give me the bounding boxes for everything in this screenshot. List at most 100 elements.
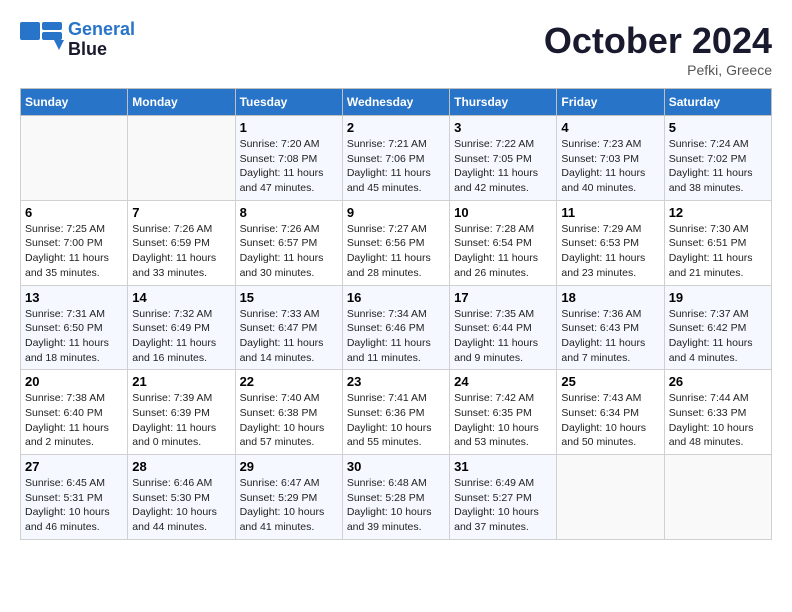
- day-header-wednesday: Wednesday: [342, 89, 449, 116]
- day-number: 16: [347, 290, 445, 305]
- day-info: Sunrise: 7:42 AMSunset: 6:35 PMDaylight:…: [454, 391, 552, 450]
- day-header-tuesday: Tuesday: [235, 89, 342, 116]
- day-number: 2: [347, 120, 445, 135]
- calendar-cell: 8 Sunrise: 7:26 AMSunset: 6:57 PMDaylight…: [235, 200, 342, 285]
- day-info: Sunrise: 7:24 AMSunset: 7:02 PMDaylight:…: [669, 137, 767, 196]
- calendar-cell: 31 Sunrise: 6:49 AMSunset: 5:27 PMDayligh…: [450, 455, 557, 540]
- day-number: 11: [561, 205, 659, 220]
- day-number: 13: [25, 290, 123, 305]
- day-header-monday: Monday: [128, 89, 235, 116]
- day-number: 5: [669, 120, 767, 135]
- week-row-2: 6 Sunrise: 7:25 AMSunset: 7:00 PMDaylight…: [21, 200, 772, 285]
- calendar-cell: 22Sunrise: 7:40 AMSunset: 6:38 PMDayligh…: [235, 370, 342, 455]
- calendar-cell: [128, 116, 235, 201]
- day-info: Sunrise: 7:32 AMSunset: 6:49 PMDaylight:…: [132, 307, 230, 366]
- day-info: Sunrise: 6:49 AMSunset: 5:27 PMDaylight:…: [454, 476, 552, 535]
- calendar-cell: 18 Sunrise: 7:36 AMSunset: 6:43 PMDayligh…: [557, 285, 664, 370]
- calendar-cell: 23 Sunrise: 7:41 AMSunset: 6:36 PMDayligh…: [342, 370, 449, 455]
- title-block: October 2024 Pefki, Greece: [544, 20, 772, 78]
- logo-general: General: [68, 19, 135, 39]
- logo: General Blue: [20, 20, 135, 60]
- day-header-saturday: Saturday: [664, 89, 771, 116]
- day-number: 29: [240, 459, 338, 474]
- day-number: 22: [240, 374, 338, 389]
- day-info: Sunrise: 7:28 AMSunset: 6:54 PMDaylight:…: [454, 222, 552, 281]
- day-number: 20: [25, 374, 123, 389]
- location-subtitle: Pefki, Greece: [544, 62, 772, 78]
- calendar-table: SundayMondayTuesdayWednesdayThursdayFrid…: [20, 88, 772, 540]
- day-number: 18: [561, 290, 659, 305]
- day-info: Sunrise: 7:29 AMSunset: 6:53 PMDaylight:…: [561, 222, 659, 281]
- day-info: Sunrise: 7:30 AMSunset: 6:51 PMDaylight:…: [669, 222, 767, 281]
- day-info: Sunrise: 7:21 AMSunset: 7:06 PMDaylight:…: [347, 137, 445, 196]
- day-number: 27: [25, 459, 123, 474]
- day-number: 31: [454, 459, 552, 474]
- calendar-cell: 2 Sunrise: 7:21 AMSunset: 7:06 PMDaylight…: [342, 116, 449, 201]
- day-number: 28: [132, 459, 230, 474]
- logo-icon: [20, 22, 64, 58]
- calendar-cell: 16 Sunrise: 7:34 AMSunset: 6:46 PMDayligh…: [342, 285, 449, 370]
- calendar-cell: 24 Sunrise: 7:42 AMSunset: 6:35 PMDayligh…: [450, 370, 557, 455]
- calendar-cell: 6 Sunrise: 7:25 AMSunset: 7:00 PMDaylight…: [21, 200, 128, 285]
- day-info: Sunrise: 7:39 AMSunset: 6:39 PMDaylight:…: [132, 391, 230, 450]
- calendar-cell: 27 Sunrise: 6:45 AMSunset: 5:31 PMDayligh…: [21, 455, 128, 540]
- day-info: Sunrise: 7:31 AMSunset: 6:50 PMDaylight:…: [25, 307, 123, 366]
- calendar-cell: [664, 455, 771, 540]
- day-info: Sunrise: 7:38 AMSunset: 6:40 PMDaylight:…: [25, 391, 123, 450]
- day-info: Sunrise: 6:48 AMSunset: 5:28 PMDaylight:…: [347, 476, 445, 535]
- day-info: Sunrise: 7:26 AMSunset: 6:59 PMDaylight:…: [132, 222, 230, 281]
- page-header: General Blue October 2024 Pefki, Greece: [20, 20, 772, 78]
- day-info: Sunrise: 6:45 AMSunset: 5:31 PMDaylight:…: [25, 476, 123, 535]
- calendar-cell: 13 Sunrise: 7:31 AMSunset: 6:50 PMDayligh…: [21, 285, 128, 370]
- month-title: October 2024: [544, 20, 772, 62]
- calendar-cell: 21 Sunrise: 7:39 AMSunset: 6:39 PMDayligh…: [128, 370, 235, 455]
- day-number: 15: [240, 290, 338, 305]
- calendar-cell: 14Sunrise: 7:32 AMSunset: 6:49 PMDayligh…: [128, 285, 235, 370]
- day-number: 24: [454, 374, 552, 389]
- calendar-cell: 19 Sunrise: 7:37 AMSunset: 6:42 PMDayligh…: [664, 285, 771, 370]
- day-info: Sunrise: 7:35 AMSunset: 6:44 PMDaylight:…: [454, 307, 552, 366]
- calendar-cell: 10Sunrise: 7:28 AMSunset: 6:54 PMDayligh…: [450, 200, 557, 285]
- day-number: 26: [669, 374, 767, 389]
- day-info: Sunrise: 7:33 AMSunset: 6:47 PMDaylight:…: [240, 307, 338, 366]
- day-info: Sunrise: 7:41 AMSunset: 6:36 PMDaylight:…: [347, 391, 445, 450]
- day-number: 7: [132, 205, 230, 220]
- calendar-cell: 3Sunrise: 7:22 AMSunset: 7:05 PMDaylight…: [450, 116, 557, 201]
- calendar-cell: [21, 116, 128, 201]
- day-number: 9: [347, 205, 445, 220]
- day-info: Sunrise: 7:25 AMSunset: 7:00 PMDaylight:…: [25, 222, 123, 281]
- day-number: 12: [669, 205, 767, 220]
- day-info: Sunrise: 7:34 AMSunset: 6:46 PMDaylight:…: [347, 307, 445, 366]
- calendar-cell: 25Sunrise: 7:43 AMSunset: 6:34 PMDayligh…: [557, 370, 664, 455]
- day-header-sunday: Sunday: [21, 89, 128, 116]
- day-number: 1: [240, 120, 338, 135]
- day-number: 30: [347, 459, 445, 474]
- day-info: Sunrise: 6:46 AMSunset: 5:30 PMDaylight:…: [132, 476, 230, 535]
- day-info: Sunrise: 7:26 AMSunset: 6:57 PMDaylight:…: [240, 222, 338, 281]
- day-number: 19: [669, 290, 767, 305]
- day-info: Sunrise: 7:22 AMSunset: 7:05 PMDaylight:…: [454, 137, 552, 196]
- calendar-cell: 30 Sunrise: 6:48 AMSunset: 5:28 PMDayligh…: [342, 455, 449, 540]
- calendar-cell: 15 Sunrise: 7:33 AMSunset: 6:47 PMDayligh…: [235, 285, 342, 370]
- calendar-cell: 5 Sunrise: 7:24 AMSunset: 7:02 PMDaylight…: [664, 116, 771, 201]
- day-info: Sunrise: 6:47 AMSunset: 5:29 PMDaylight:…: [240, 476, 338, 535]
- day-number: 4: [561, 120, 659, 135]
- day-header-friday: Friday: [557, 89, 664, 116]
- day-number: 21: [132, 374, 230, 389]
- calendar-cell: 4 Sunrise: 7:23 AMSunset: 7:03 PMDaylight…: [557, 116, 664, 201]
- calendar-cell: 12 Sunrise: 7:30 AMSunset: 6:51 PMDayligh…: [664, 200, 771, 285]
- calendar-cell: [557, 455, 664, 540]
- calendar-cell: 26Sunrise: 7:44 AMSunset: 6:33 PMDayligh…: [664, 370, 771, 455]
- day-info: Sunrise: 7:37 AMSunset: 6:42 PMDaylight:…: [669, 307, 767, 366]
- calendar-cell: 28 Sunrise: 6:46 AMSunset: 5:30 PMDayligh…: [128, 455, 235, 540]
- week-row-5: 27 Sunrise: 6:45 AMSunset: 5:31 PMDayligh…: [21, 455, 772, 540]
- day-number: 23: [347, 374, 445, 389]
- day-info: Sunrise: 7:23 AMSunset: 7:03 PMDaylight:…: [561, 137, 659, 196]
- week-row-1: 1Sunrise: 7:20 AMSunset: 7:08 PMDaylight…: [21, 116, 772, 201]
- calendar-cell: 17Sunrise: 7:35 AMSunset: 6:44 PMDayligh…: [450, 285, 557, 370]
- calendar-cell: 11 Sunrise: 7:29 AMSunset: 6:53 PMDayligh…: [557, 200, 664, 285]
- week-row-3: 13 Sunrise: 7:31 AMSunset: 6:50 PMDayligh…: [21, 285, 772, 370]
- day-number: 8: [240, 205, 338, 220]
- day-info: Sunrise: 7:36 AMSunset: 6:43 PMDaylight:…: [561, 307, 659, 366]
- day-number: 6: [25, 205, 123, 220]
